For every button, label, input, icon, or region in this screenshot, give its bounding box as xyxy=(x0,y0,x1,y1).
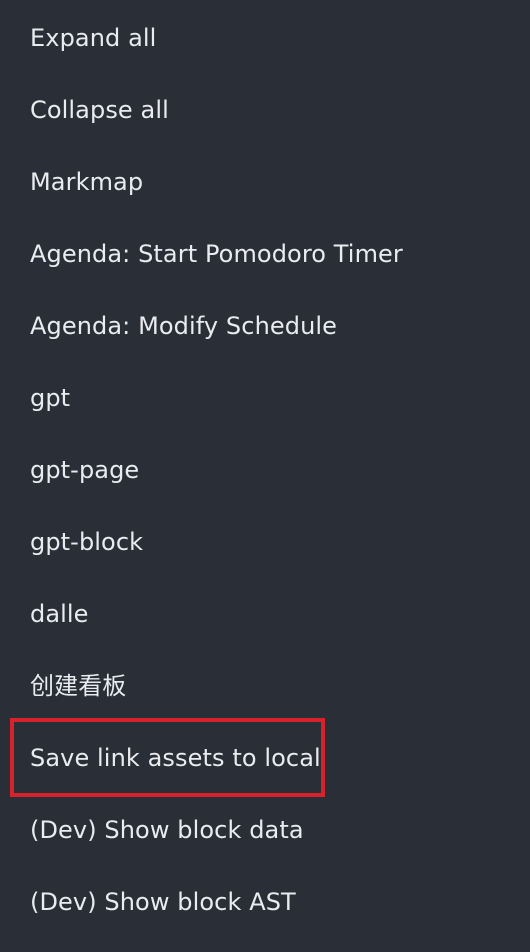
menu-item-dev-show-block-ast[interactable]: (Dev) Show block AST xyxy=(0,866,530,938)
menu-item-label: gpt xyxy=(30,384,71,412)
menu-item-create-kanban[interactable]: 创建看板 xyxy=(0,650,530,722)
menu-item-collapse-all[interactable]: Collapse all xyxy=(0,74,530,146)
context-menu: Expand all Collapse all Markmap Agenda: … xyxy=(0,0,530,952)
menu-item-agenda-start-pomodoro[interactable]: Agenda: Start Pomodoro Timer xyxy=(0,218,530,290)
menu-item-label: dalle xyxy=(30,600,89,628)
menu-item-label: Agenda: Start Pomodoro Timer xyxy=(30,240,403,268)
menu-item-gpt-block[interactable]: gpt-block xyxy=(0,506,530,578)
menu-item-expand-all[interactable]: Expand all xyxy=(0,2,530,74)
menu-item-markmap[interactable]: Markmap xyxy=(0,146,530,218)
menu-item-label: (Dev) Show block data xyxy=(30,816,304,844)
menu-item-save-link-assets[interactable]: Save link assets to local xyxy=(0,722,530,794)
menu-item-label: gpt-page xyxy=(30,456,140,484)
menu-item-label: Markmap xyxy=(30,168,144,196)
menu-item-dev-show-block-data[interactable]: (Dev) Show block data xyxy=(0,794,530,866)
menu-item-label: Collapse all xyxy=(30,96,169,124)
menu-item-gpt[interactable]: gpt xyxy=(0,362,530,434)
menu-item-label: 创建看板 xyxy=(30,672,127,700)
menu-item-label: gpt-block xyxy=(30,528,144,556)
menu-item-label: Agenda: Modify Schedule xyxy=(30,312,338,340)
menu-item-dalle[interactable]: dalle xyxy=(0,578,530,650)
menu-item-gpt-page[interactable]: gpt-page xyxy=(0,434,530,506)
menu-item-label: Expand all xyxy=(30,24,157,52)
menu-item-label: Save link assets to local xyxy=(30,744,321,772)
menu-item-label: (Dev) Show block AST xyxy=(30,888,296,916)
menu-item-agenda-modify-schedule[interactable]: Agenda: Modify Schedule xyxy=(0,290,530,362)
